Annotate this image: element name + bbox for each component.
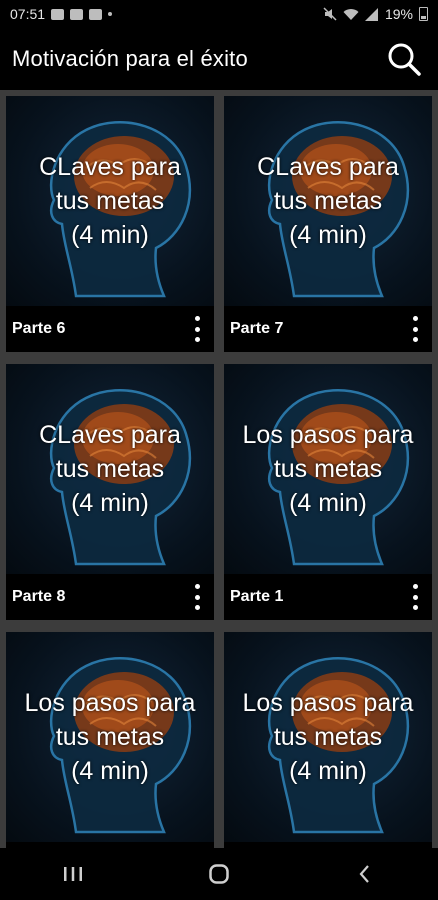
video-title-line: tus metas — [273, 455, 383, 483]
video-title-line: CLaves para — [39, 153, 181, 181]
flipboard-notification-icon — [89, 8, 103, 20]
video-thumbnail[interactable]: CLaves para tus metas (4 min) — [6, 364, 214, 574]
video-title-line: Los pasos para — [242, 689, 414, 717]
status-left: 07:51 — [10, 6, 113, 22]
card-footer: Parte 6 — [6, 306, 214, 352]
video-title-line: Los pasos para — [24, 689, 196, 717]
video-thumbnail[interactable]: Los pasos para tus metas (4 min) — [6, 632, 214, 842]
more-options-icon[interactable] — [190, 316, 204, 342]
more-options-icon[interactable] — [408, 316, 422, 342]
video-title: CLaves para tus metas (4 min) — [6, 150, 214, 252]
video-title: CLaves para tus metas (4 min) — [224, 150, 432, 252]
video-card[interactable]: Los pasos para tus metas (4 min) Parte 1 — [224, 364, 432, 620]
video-title: Los pasos para tus metas (4 min) — [224, 686, 432, 788]
video-card[interactable]: CLaves para tus metas (4 min) Parte 6 — [6, 96, 214, 352]
recent-apps-icon — [64, 867, 82, 881]
app-bar: Motivación para el éxito — [0, 28, 438, 90]
home-icon — [209, 864, 229, 884]
video-thumbnail[interactable]: CLaves para tus metas (4 min) — [6, 96, 214, 306]
video-title-line: CLaves para — [257, 153, 399, 181]
video-title-line: (4 min) — [289, 489, 367, 517]
video-thumbnail[interactable]: Los pasos para tus metas (4 min) — [224, 632, 432, 842]
more-options-icon[interactable] — [190, 584, 204, 610]
video-title: CLaves para tus metas (4 min) — [6, 418, 214, 520]
video-title-line: CLaves para — [39, 421, 181, 449]
video-title-line: tus metas — [55, 187, 165, 215]
part-label: Parte 7 — [230, 320, 284, 337]
system-nav-bar — [0, 848, 438, 900]
search-button[interactable] — [384, 39, 424, 79]
video-card[interactable]: CLaves para tus metas (4 min) Parte 7 — [224, 96, 432, 352]
video-title-line: (4 min) — [71, 757, 149, 785]
home-button[interactable] — [189, 854, 249, 894]
video-card[interactable]: Los pasos para tus metas (4 min) — [224, 632, 432, 848]
part-label: Parte 1 — [230, 588, 284, 605]
video-title-line: tus metas — [55, 723, 165, 751]
status-right: 19% — [323, 6, 428, 22]
video-title-line: (4 min) — [71, 221, 149, 249]
back-button[interactable] — [335, 854, 395, 894]
card-footer: Parte 1 — [224, 574, 432, 620]
page-title: Motivación para el éxito — [12, 46, 248, 71]
video-title-line: (4 min) — [289, 757, 367, 785]
part-label: Parte 6 — [12, 320, 66, 337]
video-card[interactable]: CLaves para tus metas (4 min) Parte 8 — [6, 364, 214, 620]
video-grid: CLaves para tus metas (4 min) Parte 6 CL… — [6, 96, 432, 848]
signal-icon — [364, 7, 378, 21]
wifi-icon — [343, 8, 359, 20]
video-title-line: tus metas — [55, 455, 165, 483]
status-time: 07:51 — [10, 6, 46, 22]
search-icon — [388, 43, 421, 76]
card-footer: Parte 7 — [224, 306, 432, 352]
video-title-line: tus metas — [273, 723, 383, 751]
mail-notification-icon — [70, 8, 84, 20]
battery-percent: 19% — [384, 6, 413, 22]
battery-icon — [419, 7, 428, 21]
recent-apps-button[interactable] — [43, 854, 103, 894]
gallery-notification-icon — [51, 8, 65, 20]
mute-icon — [323, 7, 337, 21]
video-title: Los pasos para tus metas (4 min) — [6, 686, 214, 788]
video-thumbnail[interactable]: Los pasos para tus metas (4 min) — [224, 364, 432, 574]
video-thumbnail[interactable]: CLaves para tus metas (4 min) — [224, 96, 432, 306]
part-label: Parte 8 — [12, 588, 66, 605]
video-title: Los pasos para tus metas (4 min) — [224, 418, 432, 520]
video-title-line: (4 min) — [289, 221, 367, 249]
video-title-line: tus metas — [273, 187, 383, 215]
back-icon — [359, 865, 369, 883]
card-footer: Parte 8 — [6, 574, 214, 620]
video-title-line: Los pasos para — [242, 421, 414, 449]
more-notifications-icon — [108, 12, 113, 16]
video-title-line: (4 min) — [71, 489, 149, 517]
more-options-icon[interactable] — [408, 584, 422, 610]
status-bar: 07:51 19% — [0, 0, 438, 28]
video-card[interactable]: Los pasos para tus metas (4 min) — [6, 632, 214, 848]
